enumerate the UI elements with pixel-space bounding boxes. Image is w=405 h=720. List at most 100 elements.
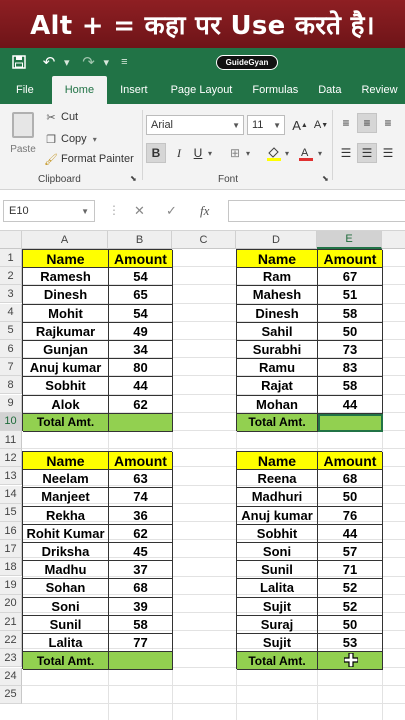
amount-cell[interactable]: 58 [318, 304, 383, 323]
name-cell[interactable]: Rekha [23, 506, 109, 525]
row-header[interactable]: 6 [0, 340, 22, 358]
total-amount-cell[interactable] [109, 652, 173, 671]
name-cell[interactable]: Soni [23, 597, 109, 616]
amount-cell[interactable]: 57 [318, 543, 383, 562]
formula-input[interactable] [228, 200, 405, 222]
name-cell[interactable]: Sohan [23, 579, 109, 598]
total-label-cell[interactable]: Total Amt. [237, 652, 318, 671]
name-cell[interactable]: Sunil [23, 615, 109, 634]
name-cell[interactable]: Ramu [237, 359, 318, 378]
amount-cell[interactable]: 44 [318, 395, 383, 414]
name-box[interactable]: E10 ▼ [3, 200, 95, 222]
amount-column-header[interactable]: Amount [109, 250, 173, 269]
clipboard-launcher-icon[interactable]: ⬊ [130, 174, 137, 183]
amount-cell[interactable]: 54 [109, 268, 173, 287]
format-painter-button[interactable]: 🖌 Format Painter [44, 150, 134, 168]
name-cell[interactable]: Mohan [237, 395, 318, 414]
underline-button[interactable]: U [188, 143, 208, 163]
row-header[interactable]: 7 [0, 358, 22, 377]
amount-cell[interactable]: 36 [109, 506, 173, 525]
amount-cell[interactable]: 77 [109, 634, 173, 653]
amount-cell[interactable]: 45 [109, 543, 173, 562]
name-cell[interactable]: Sobhit [237, 524, 318, 543]
amount-cell[interactable]: 67 [318, 268, 383, 287]
font-color-dropdown-icon[interactable]: ▾ [318, 149, 322, 158]
cut-button[interactable]: ✂ Cut [44, 108, 78, 126]
name-cell[interactable]: Madhuri [237, 488, 318, 507]
amount-cell[interactable]: 63 [109, 470, 173, 489]
align-bottom-icon[interactable]: ≡ [378, 113, 398, 133]
name-cell[interactable]: Dinesh [23, 286, 109, 305]
tab-review[interactable]: Review [351, 76, 405, 104]
name-column-header[interactable]: Name [23, 250, 109, 269]
amount-cell[interactable]: 52 [318, 597, 383, 616]
align-right-icon[interactable]: ☰ [378, 143, 398, 163]
borders-icon[interactable]: ⊞ [225, 143, 245, 163]
amount-cell[interactable]: 52 [318, 579, 383, 598]
fill-color-dropdown-icon[interactable]: ▾ [285, 149, 289, 158]
amount-cell[interactable]: 74 [109, 488, 173, 507]
underline-dropdown-icon[interactable]: ▾ [208, 149, 212, 158]
column-header-e[interactable]: E [317, 231, 382, 249]
name-cell[interactable]: Ram [237, 268, 318, 287]
row-header[interactable]: 25 [0, 685, 22, 704]
amount-cell[interactable]: 73 [318, 341, 383, 360]
font-launcher-icon[interactable]: ⬊ [322, 174, 329, 183]
row-header[interactable]: 12 [0, 449, 22, 468]
cancel-icon[interactable]: ✕ [134, 203, 145, 219]
row-header[interactable]: 1 [0, 249, 22, 267]
row-header[interactable]: 5 [0, 321, 22, 340]
row-header[interactable]: 19 [0, 576, 22, 595]
name-cell[interactable]: Soni [237, 543, 318, 562]
fill-color-icon[interactable] [264, 143, 284, 163]
name-cell[interactable]: Sujit [237, 634, 318, 653]
name-cell[interactable]: Anuj kumar [237, 506, 318, 525]
name-column-header[interactable]: Name [237, 452, 318, 471]
tab-file[interactable]: File [0, 76, 52, 104]
row-header[interactable]: 15 [0, 503, 22, 522]
save-icon[interactable] [8, 51, 30, 73]
name-cell[interactable]: Rajat [237, 377, 318, 396]
align-left-icon[interactable]: ☰ [336, 143, 356, 163]
decrease-font-size-button[interactable]: A ▼ [311, 115, 331, 135]
amount-cell[interactable]: 50 [318, 322, 383, 341]
name-cell[interactable]: Reena [237, 470, 318, 489]
amount-cell[interactable]: 44 [109, 377, 173, 396]
total-label-cell[interactable]: Total Amt. [237, 413, 318, 432]
name-cell[interactable]: Dinesh [237, 304, 318, 323]
copy-button[interactable]: ❐ Copy ▾ [44, 130, 97, 148]
align-middle-icon[interactable]: ≡ [357, 113, 377, 133]
row-header[interactable]: 4 [0, 303, 22, 322]
name-cell[interactable]: Anuj kumar [23, 359, 109, 378]
column-header-c[interactable]: C [172, 231, 236, 249]
amount-cell[interactable]: 58 [318, 377, 383, 396]
amount-cell[interactable]: 58 [109, 615, 173, 634]
tab-home[interactable]: Home [51, 76, 108, 104]
name-cell[interactable]: Sujit [237, 597, 318, 616]
amount-cell[interactable]: 65 [109, 286, 173, 305]
name-cell[interactable]: Mohit [23, 304, 109, 323]
row-header[interactable]: 8 [0, 376, 22, 395]
tab-insert[interactable]: Insert [107, 76, 161, 104]
row-header[interactable]: 17 [0, 540, 22, 559]
amount-cell[interactable]: 49 [109, 322, 173, 341]
row-header[interactable]: 10 [0, 412, 22, 431]
name-cell[interactable]: Rohit Kumar [23, 524, 109, 543]
row-header[interactable]: 13 [0, 467, 22, 486]
row-header[interactable]: 16 [0, 522, 22, 540]
amount-cell[interactable]: 39 [109, 597, 173, 616]
column-header-d[interactable]: D [236, 231, 317, 249]
row-header[interactable]: 20 [0, 594, 22, 613]
paste-button[interactable]: Paste [6, 110, 40, 166]
total-amount-cell[interactable] [318, 413, 383, 432]
name-cell[interactable]: Gunjan [23, 341, 109, 360]
amount-cell[interactable]: 34 [109, 341, 173, 360]
amount-cell[interactable]: 51 [318, 286, 383, 305]
row-header[interactable]: 18 [0, 558, 22, 577]
name-cell[interactable]: Alok [23, 395, 109, 414]
amount-cell[interactable]: 50 [318, 488, 383, 507]
font-color-icon[interactable]: A [296, 143, 316, 163]
amount-column-header[interactable]: Amount [318, 250, 383, 269]
column-header-b[interactable]: B [108, 231, 172, 249]
name-cell[interactable]: Sobhit [23, 377, 109, 396]
